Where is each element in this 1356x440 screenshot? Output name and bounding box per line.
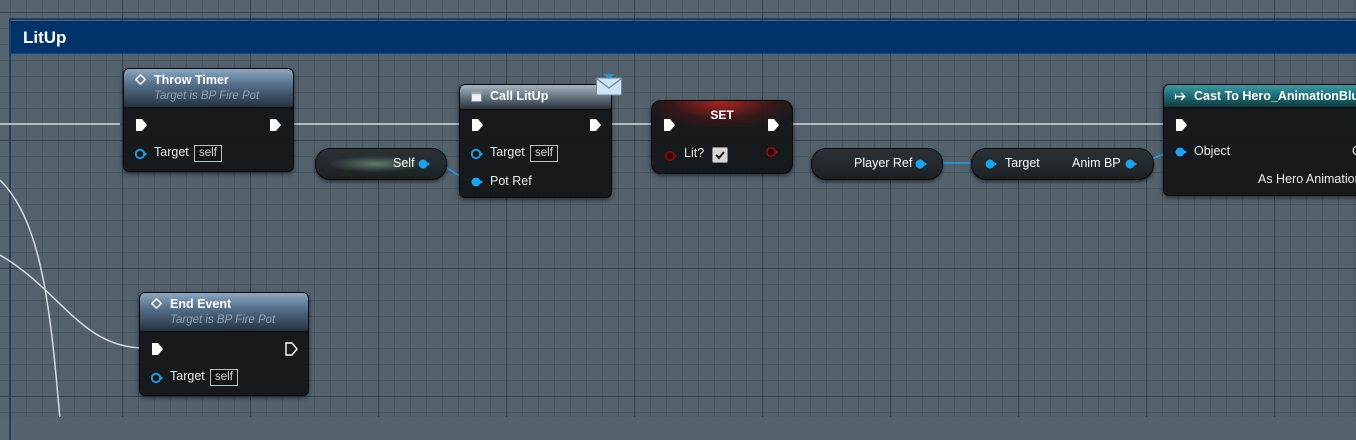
call-litup-node[interactable]: Call LitUp Target self Pot Ref bbox=[459, 84, 612, 198]
exec-out-pin[interactable] bbox=[767, 118, 780, 132]
target-label: Target bbox=[1005, 156, 1040, 170]
function-diamond-icon bbox=[151, 298, 162, 309]
target-label: Target bbox=[154, 145, 189, 159]
call-function-icon bbox=[471, 91, 482, 102]
target-pin[interactable] bbox=[135, 148, 147, 160]
envelope-icon bbox=[596, 74, 622, 96]
player-ref-label: Player Ref bbox=[854, 156, 913, 170]
anim-bp-output-pin[interactable] bbox=[1125, 158, 1137, 170]
player-ref-output-pin[interactable] bbox=[915, 158, 927, 170]
object-label: Object bbox=[1194, 144, 1231, 158]
function-diamond-icon bbox=[135, 74, 146, 85]
node-title: Cast To Hero_AnimationBlue bbox=[1194, 89, 1356, 103]
target-self-default[interactable]: self bbox=[530, 145, 558, 162]
exec-out-pin[interactable] bbox=[589, 118, 602, 132]
exec-out-pin[interactable] bbox=[269, 118, 282, 132]
exec-out-pin-unconnected[interactable] bbox=[285, 342, 298, 356]
object-pin[interactable] bbox=[1175, 146, 1187, 158]
target-self-default[interactable]: self bbox=[194, 145, 222, 162]
pot-ref-pin[interactable] bbox=[471, 176, 483, 188]
self-output-pin[interactable] bbox=[418, 158, 430, 170]
target-self-default[interactable]: self bbox=[210, 369, 238, 386]
cast-to-hero-node[interactable]: Cast To Hero_AnimationBlue Object C As H… bbox=[1163, 84, 1356, 196]
exec-in-pin[interactable] bbox=[135, 118, 148, 132]
target-label: Target bbox=[490, 145, 525, 159]
target-label: Target bbox=[170, 369, 205, 383]
player-ref-node[interactable]: Player Ref bbox=[811, 148, 943, 180]
node-title: End Event bbox=[170, 297, 232, 311]
lit-input-pin[interactable] bbox=[665, 150, 677, 162]
end-event-node[interactable]: End Event Target is BP Fire Pot Target s… bbox=[139, 292, 309, 396]
lit-checkbox[interactable] bbox=[712, 147, 728, 163]
target-pin[interactable] bbox=[985, 158, 997, 170]
node-subtitle: Target is BP Fire Pot bbox=[170, 314, 276, 326]
target-pin[interactable] bbox=[471, 148, 483, 160]
get-anim-bp-node[interactable]: Target Anim BP bbox=[971, 148, 1154, 180]
comment-header[interactable]: LitUp bbox=[11, 21, 1356, 54]
exec-in-pin[interactable] bbox=[1175, 118, 1188, 132]
node-subtitle: Target is BP Fire Pot bbox=[154, 90, 260, 102]
lit-output-pin[interactable] bbox=[766, 146, 778, 158]
anim-bp-label: Anim BP bbox=[1072, 156, 1121, 170]
throw-timer-node[interactable]: Throw Timer Target is BP Fire Pot Target… bbox=[123, 68, 294, 172]
exec-in-pin[interactable] bbox=[151, 342, 164, 356]
as-hero-animation-label: As Hero Animation bbox=[1258, 172, 1356, 186]
node-title: Throw Timer bbox=[154, 73, 229, 87]
exec-in-pin[interactable] bbox=[663, 118, 676, 132]
check-icon bbox=[715, 151, 725, 160]
cut-off-output-label: C bbox=[1352, 144, 1356, 158]
node-title: Call LitUp bbox=[490, 89, 549, 103]
lit-label: Lit? bbox=[684, 146, 705, 160]
comment-title: LitUp bbox=[23, 28, 67, 47]
self-reference-node[interactable]: Self bbox=[315, 148, 447, 180]
pot-ref-label: Pot Ref bbox=[490, 174, 532, 188]
set-variable-node[interactable]: SET Lit? bbox=[651, 100, 793, 174]
target-pin[interactable] bbox=[151, 372, 163, 384]
self-label: Self bbox=[393, 156, 415, 170]
exec-in-pin[interactable] bbox=[471, 118, 484, 132]
cast-arrow-icon bbox=[1174, 92, 1186, 101]
